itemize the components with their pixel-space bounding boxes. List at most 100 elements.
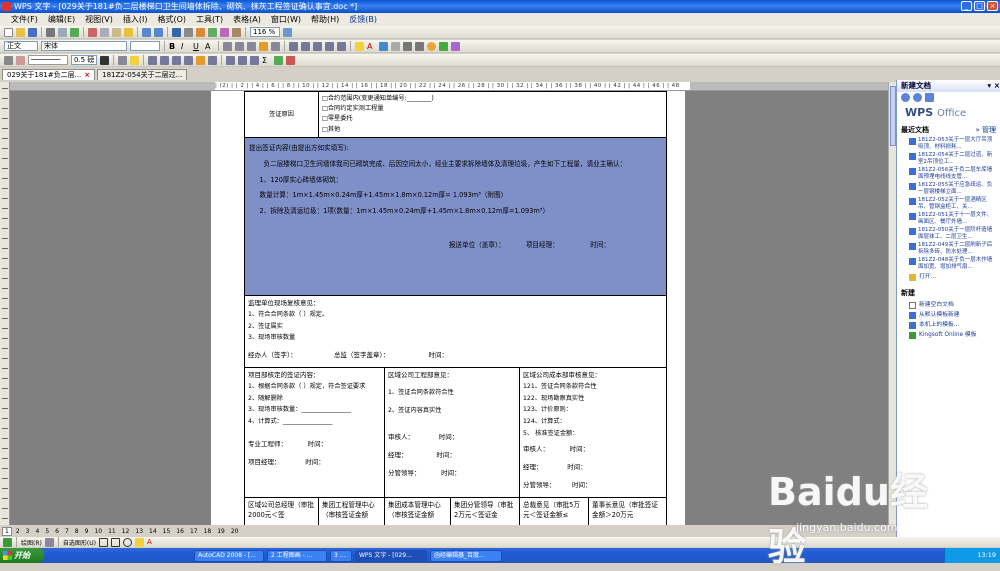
reason-option[interactable]: □零星委托 — [322, 114, 663, 124]
justify-icon[interactable] — [259, 41, 268, 51]
nav-icon[interactable] — [3, 537, 12, 547]
text-direction-icon[interactable] — [238, 55, 247, 65]
cut-icon[interactable] — [88, 27, 97, 37]
font-select[interactable]: 宋体 — [41, 41, 127, 51]
clock[interactable]: 13:19 — [977, 551, 996, 559]
redo-icon[interactable] — [154, 27, 163, 37]
sort-icon[interactable] — [250, 55, 259, 65]
document-area[interactable]: 签证原因 □合约范围内(变更通知单编号:________) □合同约定实测工程量… — [10, 91, 888, 525]
autoshape-menu[interactable]: 自选图形(U) — [63, 538, 96, 547]
columns-icon[interactable] — [220, 27, 229, 37]
local-templates-link[interactable]: 本机上的模板... — [897, 320, 1000, 330]
draw-table-icon[interactable] — [4, 55, 13, 65]
menu-format[interactable]: 格式(O) — [152, 14, 191, 25]
italic-icon[interactable]: I — [181, 42, 190, 51]
tab-029-document[interactable]: 029关于181#负二层... × — [2, 69, 96, 80]
menu-insert[interactable]: 插入(I) — [118, 14, 153, 25]
eraser-icon[interactable] — [16, 55, 25, 65]
subscript-icon[interactable] — [415, 41, 424, 51]
bold-icon[interactable]: B — [169, 42, 178, 51]
taskbar-autocad[interactable]: AutoCAD 2008 - [... — [194, 549, 264, 562]
new-default-template-link[interactable]: 从默认模板新建 — [897, 310, 1000, 320]
format-painter-icon[interactable] — [124, 27, 133, 37]
forward-icon[interactable] — [913, 92, 922, 102]
approval-cell[interactable]: 集团分管领导（审批2万元＜签证金 — [450, 497, 520, 525]
page-button[interactable]: 6 — [53, 528, 61, 535]
manage-link[interactable]: » 管理 — [975, 125, 996, 135]
new-icon[interactable] — [4, 27, 13, 37]
supervision-cell[interactable]: 监理单位现场复核意见： 1、符合合同条款（ ）规定。 2、签证属实 3、现场审核… — [243, 295, 668, 368]
border-icon[interactable] — [391, 41, 400, 51]
outside-border-icon[interactable] — [118, 55, 127, 65]
line-icon[interactable] — [98, 537, 108, 547]
approval-cell[interactable]: 集团成本管理中心（审核签证金额 — [384, 497, 451, 525]
page-button[interactable]: 9 — [83, 528, 91, 535]
start-button[interactable]: 开始 — [0, 548, 44, 563]
options-icon[interactable] — [451, 41, 460, 51]
print-icon[interactable] — [46, 27, 55, 37]
approval-cell[interactable]: 董事长意见（审批签证金额＞20万元 — [587, 497, 668, 525]
menu-edit[interactable]: 编辑(E) — [43, 14, 80, 25]
reason-option[interactable]: □合同约定实测工程量 — [322, 104, 663, 114]
approval-cell[interactable]: 集团工程管理中心（审核签证金额 — [318, 497, 385, 525]
spellcheck-icon[interactable] — [70, 27, 79, 37]
underline-icon[interactable]: U — [193, 42, 202, 51]
menu-file[interactable]: 文件(F) — [6, 14, 43, 25]
page-button[interactable]: 19 — [215, 528, 227, 535]
page-button[interactable]: 10 — [92, 528, 104, 535]
taskbar-group[interactable]: 3 ... — [330, 549, 352, 562]
menu-feedback[interactable]: 反馈(B) — [344, 14, 382, 25]
insert-table-icon[interactable] — [148, 55, 157, 65]
home-icon[interactable] — [925, 92, 934, 102]
help-icon[interactable] — [283, 27, 292, 37]
reason-option[interactable]: □合约范围内(变更通知单编号:________) — [322, 94, 663, 104]
chart-icon[interactable] — [196, 27, 205, 37]
recent-document-item[interactable]: 181Z2-049关于二层刷新子后拆除多砖、防水处理... — [897, 242, 1000, 255]
open-link[interactable]: 打开... — [897, 272, 1000, 282]
style-select[interactable]: 正文 — [4, 41, 38, 51]
page-button[interactable]: 17 — [188, 528, 200, 535]
superscript-icon[interactable] — [403, 41, 412, 51]
numbering-icon[interactable] — [301, 41, 310, 51]
char-border-icon[interactable]: A — [205, 42, 214, 51]
page-button[interactable]: 7 — [63, 528, 71, 535]
recent-document-item[interactable]: 181Z2-056关于负二层车库墙面预埋电线线支管... — [897, 167, 1000, 180]
horizontal-ruler[interactable]: | (2) | | 2 | | 4 | | 6 | | 8 | | 10 | |… — [10, 82, 895, 91]
decrease-indent-icon[interactable] — [325, 41, 334, 51]
page-button[interactable]: 2 — [14, 528, 22, 535]
project-dept-cell[interactable]: 项目部核定的签证内容： 1、根据合同条款（ ）规定，符合签证要求 2、随解删除 … — [244, 367, 385, 498]
open-icon[interactable] — [16, 27, 25, 37]
distributed-icon[interactable] — [271, 41, 280, 51]
split-cells-icon[interactable] — [172, 55, 181, 65]
save-icon[interactable] — [28, 27, 37, 37]
menu-view[interactable]: 视图(V) — [80, 14, 118, 25]
recent-document-item[interactable]: 181Z2-051关于十一层文件、画面区、餐厅外墙... — [897, 212, 1000, 225]
select-icon[interactable] — [44, 537, 54, 547]
align-left-icon[interactable] — [223, 41, 232, 51]
distribute-cols-icon[interactable] — [208, 55, 217, 65]
close-button[interactable]: × — [987, 1, 998, 11]
cell-align-icon[interactable] — [184, 55, 193, 65]
fill-icon[interactable] — [134, 537, 144, 547]
paste-icon[interactable] — [112, 27, 121, 37]
visa-content-cell[interactable]: 提出签证内容(由提出方如实填写): 负二层楼梯口卫生间墙体我司已砌筑完成、后因空… — [243, 137, 668, 296]
undo-icon[interactable] — [142, 27, 151, 37]
page-button[interactable]: 14 — [147, 528, 159, 535]
recent-document-item[interactable]: 181Z2-052关于一层酒精区吊、管钢盒柜工、关... — [897, 197, 1000, 210]
page-button[interactable]: 16 — [174, 528, 186, 535]
page-button[interactable]: 5 — [43, 528, 51, 535]
page-button[interactable]: 3 — [24, 528, 32, 535]
text-color-icon[interactable]: A — [147, 538, 156, 547]
table-icon[interactable] — [184, 27, 193, 37]
wps-app-icon[interactable] — [2, 2, 11, 11]
new-blank-link[interactable]: 新建空白文档 — [897, 300, 1000, 310]
tab-054-document[interactable]: 181Z2-054关于二层过... — [97, 69, 188, 80]
bullets-icon[interactable] — [313, 41, 322, 51]
increase-indent-icon[interactable] — [337, 41, 346, 51]
distribute-rows-icon[interactable] — [196, 55, 205, 65]
print-preview-icon[interactable] — [58, 27, 67, 37]
font-color-icon[interactable]: A — [367, 42, 376, 51]
rectangle-icon[interactable] — [110, 537, 120, 547]
recent-document-item[interactable]: 181Z2-050关于一层阶杆造墙面层抹工、二层卫生... — [897, 227, 1000, 240]
oval-icon[interactable] — [122, 537, 132, 547]
